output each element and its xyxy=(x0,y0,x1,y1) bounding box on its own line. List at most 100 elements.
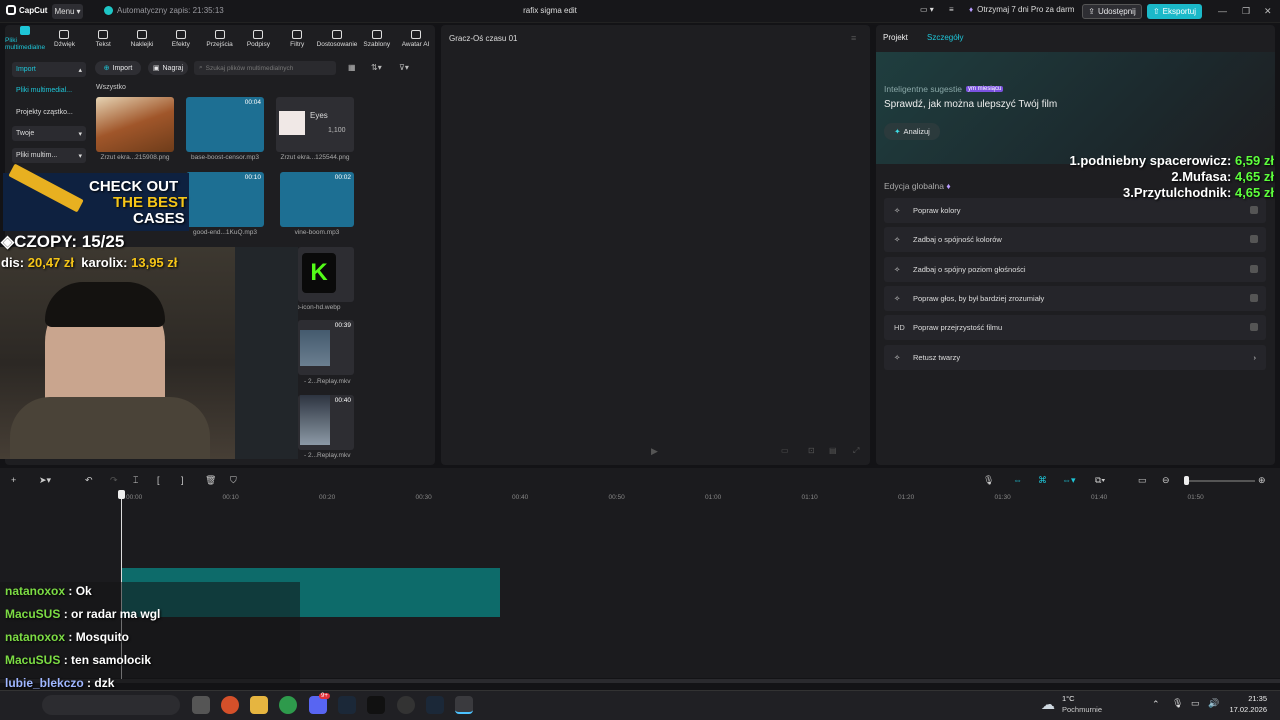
link-main-icon[interactable]: ⇔ xyxy=(1013,475,1022,485)
split-left-icon[interactable]: [ xyxy=(157,475,160,485)
import-button[interactable]: ⊕ Import xyxy=(95,61,141,75)
tool-icon xyxy=(20,26,31,35)
tab-tool[interactable]: Tekst xyxy=(84,25,123,52)
magnet-icon[interactable]: ⌘ xyxy=(1038,475,1047,486)
tab-tool[interactable]: Szablony xyxy=(357,25,396,52)
sidebar-item-projects[interactable]: Projekty cząstko... xyxy=(12,105,86,120)
folder-icon[interactable] xyxy=(250,696,268,714)
zoom-slider[interactable] xyxy=(1185,480,1255,482)
media-thumb-audio[interactable]: 00:10 xyxy=(186,172,264,227)
media-thumb-video[interactable]: 00:39 xyxy=(298,320,354,375)
media-thumb-audio[interactable]: 00:02 xyxy=(280,172,354,227)
ratio-icon[interactable]: ▭ xyxy=(781,446,789,455)
export-button[interactable]: ⇧ Eksportuj xyxy=(1147,4,1202,19)
sidebar-item-media-files[interactable]: Pliki multim... ▾ xyxy=(12,148,86,163)
option-toggle[interactable] xyxy=(1250,206,1258,214)
split-right-icon[interactable]: ] xyxy=(181,475,184,485)
chevron-right-icon: › xyxy=(1253,352,1257,362)
tab-tool[interactable]: Efekty xyxy=(161,25,200,52)
option-toggle[interactable] xyxy=(1250,323,1258,332)
cursor-icon[interactable]: ➤▾ xyxy=(39,475,51,486)
tab-tool[interactable]: Dźwięk xyxy=(45,25,84,52)
media-thumb-dog[interactable] xyxy=(96,97,174,152)
zoom-out-icon[interactable]: ⊖ xyxy=(1162,475,1170,486)
tab-tool[interactable]: Podpisy xyxy=(239,25,278,52)
filter-icon[interactable]: ⊽▾ xyxy=(399,63,409,72)
tab-tool[interactable]: Filtry xyxy=(278,25,317,52)
display-icon[interactable]: ▭ xyxy=(1191,698,1200,709)
player-menu-icon[interactable]: ≡ xyxy=(851,33,856,43)
global-option[interactable]: ✧ Zadbaj o spójność kolorów xyxy=(884,227,1266,253)
global-option[interactable]: HD Popraw przejrzystość filmu xyxy=(884,315,1266,341)
tab-tool[interactable]: Awatar AI xyxy=(396,25,435,52)
chevron-up-icon[interactable]: ⌃ xyxy=(1152,699,1160,710)
browser-icon[interactable] xyxy=(221,696,239,714)
global-option[interactable]: ✧ Zadbaj o spójny poziom głośności xyxy=(884,256,1266,282)
global-option[interactable]: ✧ Popraw głos, by był bardziej zrozumiały xyxy=(884,285,1266,311)
steam-icon-2[interactable] xyxy=(426,696,444,714)
menu-lines-icon[interactable]: ≡ xyxy=(949,5,954,14)
ruler-tick: 01:20 xyxy=(898,494,915,501)
link-icon[interactable]: ⇔▾ xyxy=(1062,475,1076,486)
microphone-icon[interactable]: 🎙 xyxy=(983,475,994,486)
tab-tool[interactable]: Pliki multimedialne xyxy=(5,25,45,52)
split-icon[interactable]: ⌶ xyxy=(133,475,138,486)
caption-track-icon[interactable]: ▭ xyxy=(1138,475,1147,486)
share-button[interactable]: ⇪ Udostępnij xyxy=(1082,4,1142,19)
sort-icon[interactable]: ⇅▾ xyxy=(371,63,382,72)
promo-link[interactable]: ♦ Otrzymaj 7 dni Pro za darm xyxy=(969,5,1074,14)
zoom-in-icon[interactable]: ⊕ xyxy=(1258,475,1266,486)
tab-tool[interactable]: Przejścia xyxy=(200,25,239,52)
chat-message: natanoxox : Mosquito xyxy=(5,630,130,644)
add-track-icon[interactable]: + xyxy=(11,475,16,485)
shield-icon[interactable]: ⛉ xyxy=(230,475,237,486)
epic-icon[interactable] xyxy=(367,696,385,714)
task-view-icon[interactable] xyxy=(192,696,210,714)
microphone-icon[interactable]: 🎙 xyxy=(1172,698,1183,709)
media-thumb-eyes[interactable]: Eyes 1,100 xyxy=(276,97,354,152)
redo-icon[interactable]: ↷ xyxy=(110,475,118,486)
tab-project[interactable]: Projekt xyxy=(883,33,908,42)
tab-tool[interactable]: Dostosowanie xyxy=(317,25,357,52)
grid-view-icon[interactable]: ▦ xyxy=(348,63,356,72)
media-thumb-audio[interactable]: 00:04 xyxy=(186,97,264,152)
media-thumb-video[interactable]: 00:40 xyxy=(298,395,354,450)
global-option[interactable]: ✧ Retusz twarzy › xyxy=(884,344,1266,370)
tab-tool[interactable]: Naklejki xyxy=(123,25,162,52)
capcut-taskbar-icon[interactable] xyxy=(455,696,473,714)
global-option[interactable]: ✧ Popraw kolory xyxy=(884,198,1266,223)
media-thumb-kick[interactable]: K xyxy=(298,247,354,302)
record-button[interactable]: ▣ Nagraj xyxy=(148,61,188,75)
taskbar-search[interactable] xyxy=(42,695,180,715)
option-toggle[interactable] xyxy=(1250,293,1258,302)
face-icon: ✧ xyxy=(894,352,901,362)
tab-details[interactable]: Szczegóły xyxy=(927,33,963,42)
volume-icon[interactable]: 🔊 xyxy=(1208,698,1219,709)
steam-icon[interactable] xyxy=(338,696,356,714)
undo-icon[interactable]: ↶ xyxy=(85,475,93,486)
option-toggle[interactable] xyxy=(1250,264,1258,273)
analyze-button[interactable]: ✦ Analizuj xyxy=(884,123,940,140)
media-label: - 2...Replay.mkv xyxy=(304,378,351,385)
crop-icon[interactable]: ⊡ xyxy=(808,446,815,455)
sidebar-import[interactable]: Import ▴ xyxy=(12,62,86,77)
minimize-icon[interactable]: — xyxy=(1218,6,1227,16)
sidebar-item-media[interactable]: Pliki multimedial... xyxy=(12,83,86,98)
plus-circle-icon: ⊕ xyxy=(103,65,110,72)
chrome-icon[interactable] xyxy=(279,696,297,714)
media-search-input[interactable]: ⌕ Szukaj plików multimedialnych xyxy=(194,61,336,75)
cases-icon: ◈ xyxy=(1,232,15,251)
option-toggle[interactable] xyxy=(1250,235,1258,244)
playhead-handle[interactable] xyxy=(118,490,125,499)
preview-axis-icon[interactable]: ⧉▾ xyxy=(1095,475,1105,486)
restore-icon[interactable]: ❐ xyxy=(1242,6,1250,17)
delete-icon[interactable]: 🗑 xyxy=(205,475,216,486)
obs-icon[interactable] xyxy=(397,696,415,714)
caption-icon[interactable]: ▤ xyxy=(829,446,837,455)
zoom-slider-handle[interactable] xyxy=(1184,476,1189,485)
layout-icon[interactable]: ▭ ▾ xyxy=(920,5,934,14)
close-icon[interactable]: ✕ xyxy=(1264,6,1272,17)
sidebar-item-yours[interactable]: Twoje ▾ xyxy=(12,126,86,141)
play-icon[interactable]: ▶ xyxy=(651,446,658,457)
fullscreen-icon[interactable]: ⤢ xyxy=(853,446,859,456)
